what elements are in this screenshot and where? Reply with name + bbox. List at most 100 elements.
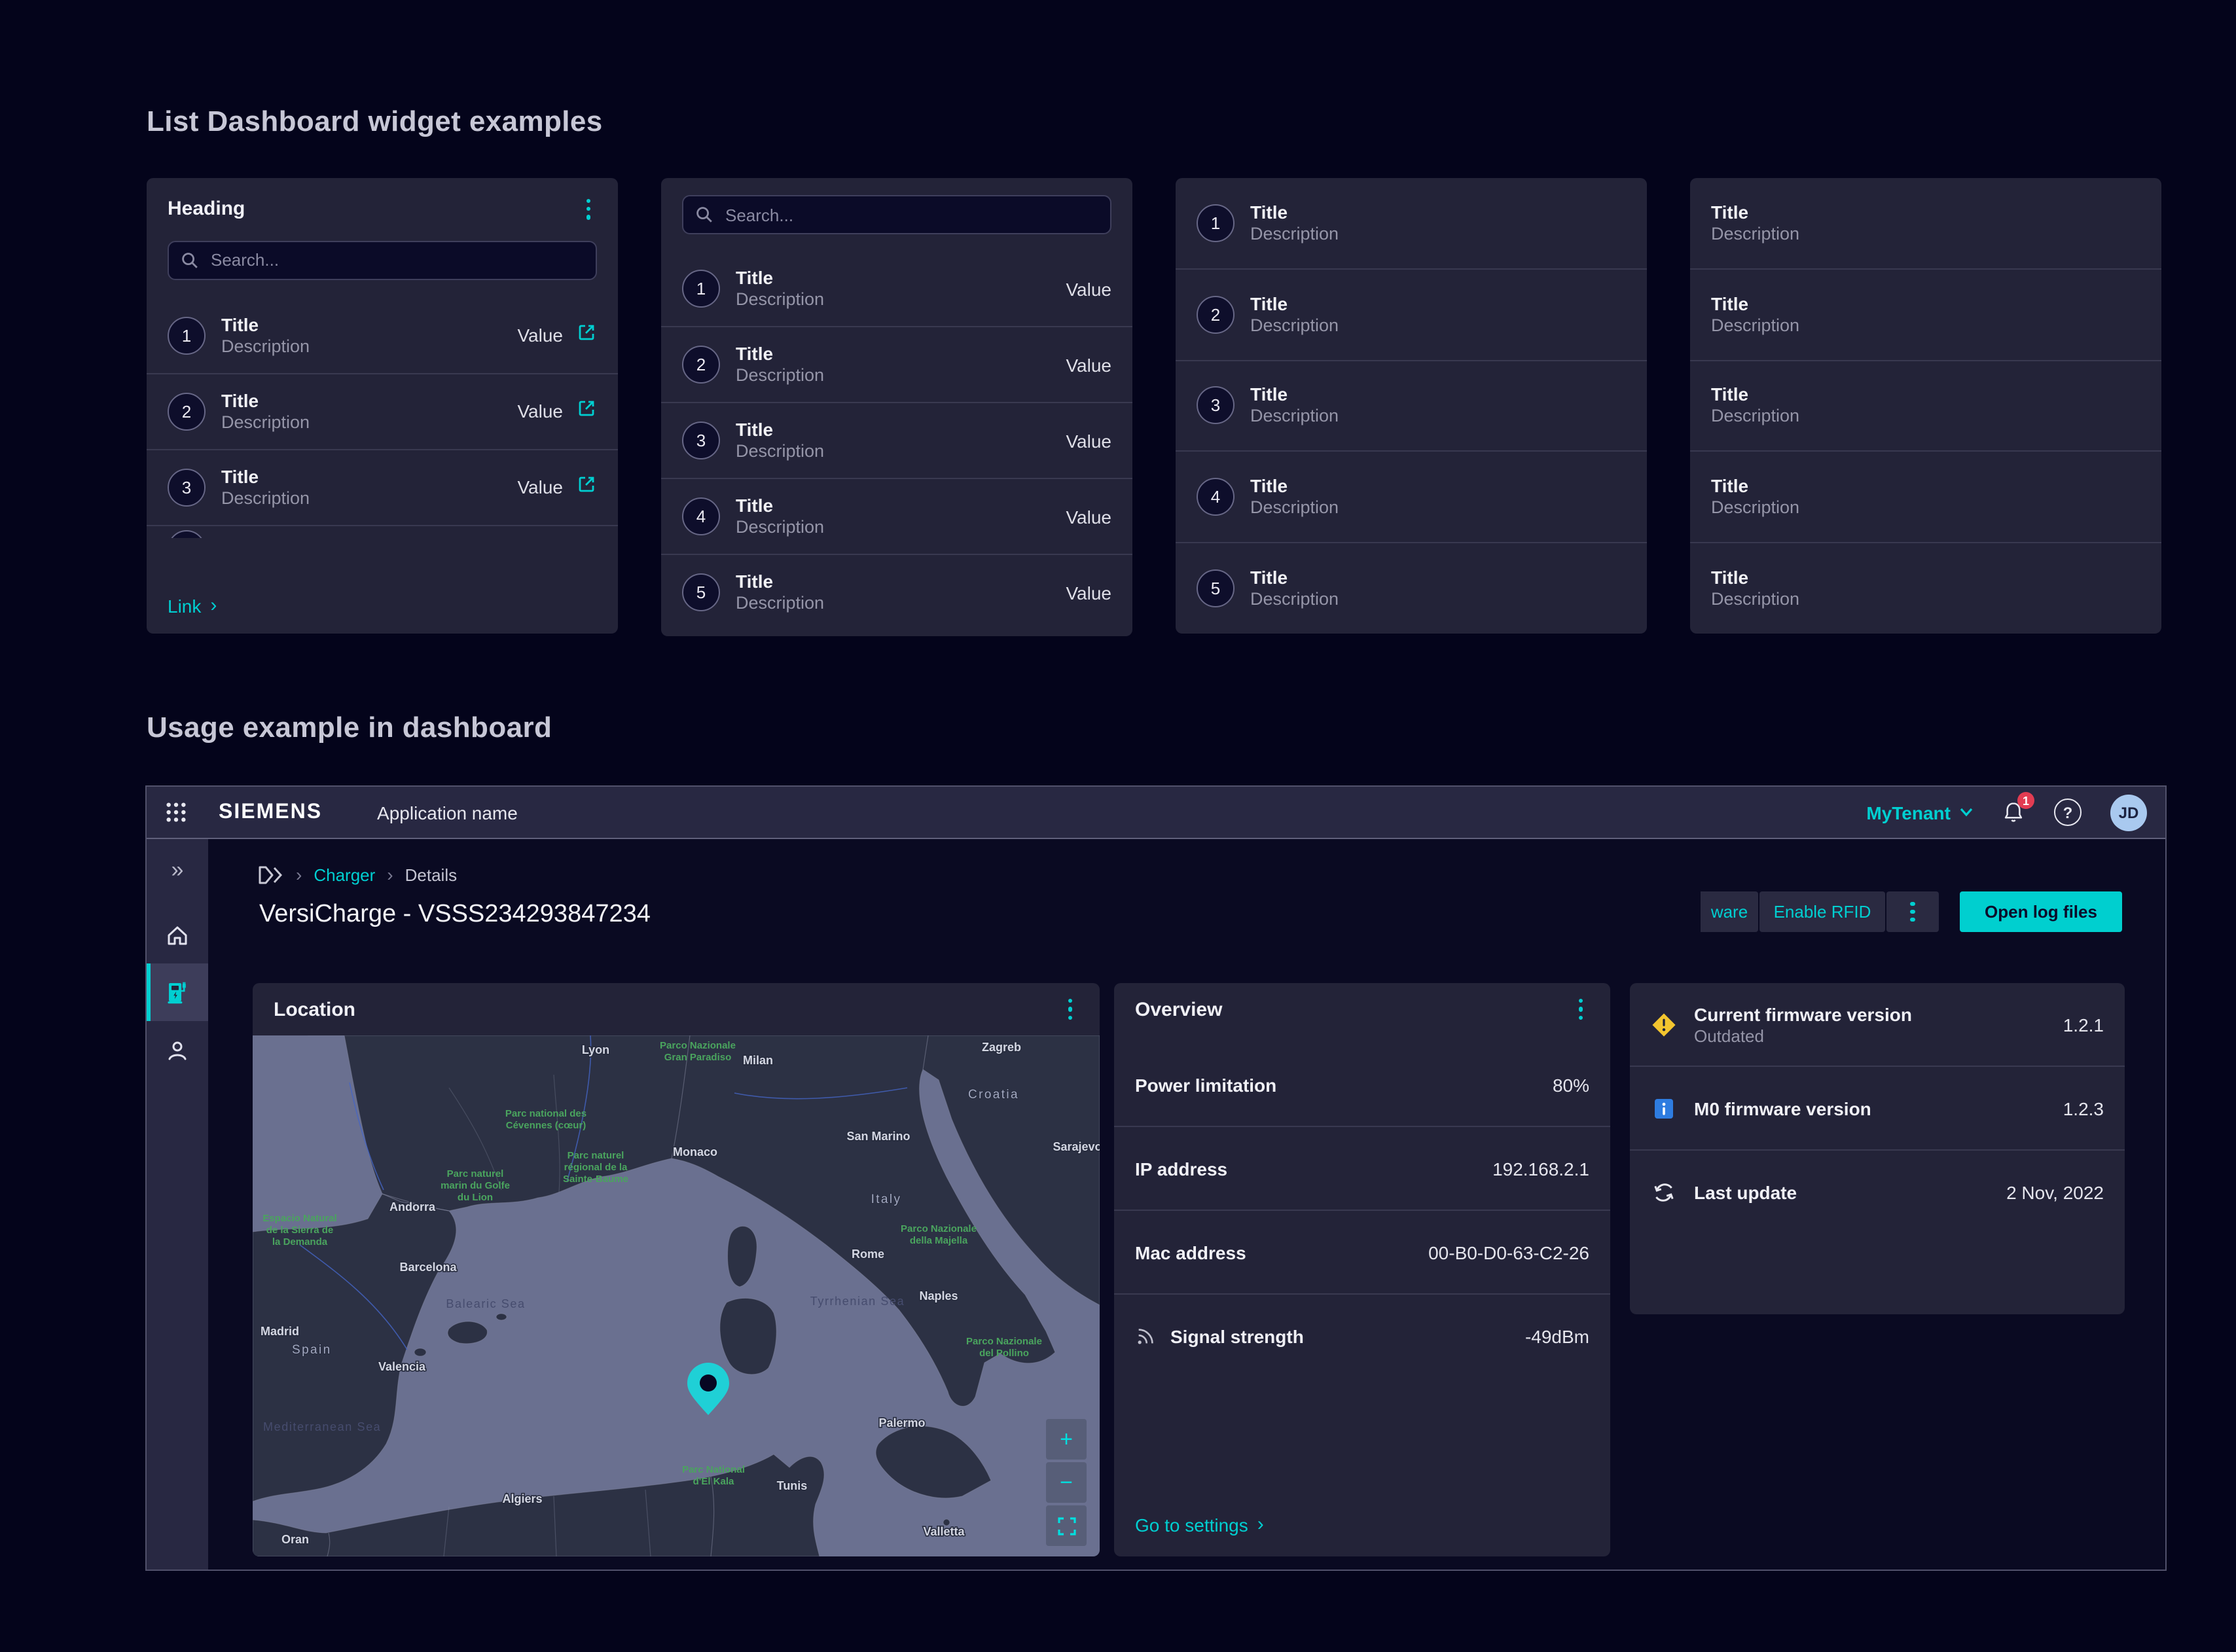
map[interactable]: LyonMilanZagrebCroatiaSarajevoSan Marino… bbox=[253, 1035, 1100, 1556]
list-item[interactable]: Title Description bbox=[1690, 178, 2161, 268]
zoom-out-button[interactable]: − bbox=[1046, 1462, 1087, 1503]
item-title: Title bbox=[1711, 202, 2140, 224]
overview-card-title: Overview bbox=[1135, 998, 1222, 1020]
item-value: Value bbox=[517, 325, 563, 346]
list-item[interactable]: 1 Title Description bbox=[1176, 178, 1647, 268]
dashboard-content: › Charger › Details VersiCharge - VSSS23… bbox=[208, 839, 2165, 1570]
sidebar-expand-button[interactable]: » bbox=[147, 839, 208, 902]
list-item[interactable]: 1 Title Description Value bbox=[661, 251, 1132, 326]
item-number-badge: 2 bbox=[168, 392, 206, 430]
warning-icon bbox=[1651, 1011, 1677, 1037]
sidebar-item-users[interactable] bbox=[147, 1021, 208, 1079]
search-input[interactable] bbox=[208, 249, 584, 271]
list-item[interactable]: 5 Title Description Value bbox=[661, 554, 1132, 630]
item-description: Description bbox=[1711, 498, 2140, 519]
map-label: Andorra bbox=[389, 1200, 436, 1213]
breadcrumb-root-icon[interactable] bbox=[258, 865, 284, 884]
widget-list: Title Description Title Description Titl… bbox=[1690, 178, 2161, 634]
enable-rfid-button[interactable]: Enable RFID bbox=[1759, 891, 1885, 932]
item-description: Description bbox=[736, 517, 1050, 538]
app-header: SIEMENS Application name MyTenant 1 ? JD bbox=[147, 787, 2165, 839]
notifications-button[interactable]: 1 bbox=[2002, 800, 2025, 825]
list-item[interactable]: 3 Title Description bbox=[1176, 359, 1647, 451]
firmware-row-m0-version: M0 firmware version 1.2.3 bbox=[1630, 1067, 2125, 1151]
list-item[interactable]: 2 Title Description Value bbox=[661, 326, 1132, 402]
search-field[interactable] bbox=[682, 195, 1111, 234]
widget-card-search-value: 1 Title Description Value 2 Title Descri… bbox=[661, 178, 1132, 636]
widget-list: 1 Title Description Value 2 Title Descri… bbox=[661, 251, 1132, 630]
list-item[interactable]: 3 Title Description Value bbox=[661, 402, 1132, 478]
more-actions-button[interactable] bbox=[1886, 891, 1939, 932]
kebab-menu-icon[interactable] bbox=[1572, 995, 1589, 1023]
kebab-menu-icon[interactable] bbox=[1062, 995, 1079, 1023]
item-value: Value bbox=[1066, 506, 1111, 527]
home-icon bbox=[165, 922, 190, 947]
card-heading: Heading bbox=[168, 198, 245, 221]
list-item[interactable]: Title Description bbox=[1690, 359, 2161, 451]
item-number-badge: 1 bbox=[682, 270, 720, 308]
item-title: Title bbox=[1711, 384, 2140, 406]
zoom-in-button[interactable]: + bbox=[1046, 1419, 1087, 1460]
item-number-badge: 2 bbox=[682, 346, 720, 384]
toolbar: ware Enable RFID Open log files bbox=[1701, 891, 2122, 932]
card-footer-link[interactable]: Link bbox=[168, 596, 201, 617]
item-value: Value bbox=[1066, 354, 1111, 375]
open-log-files-button[interactable]: Open log files bbox=[1960, 891, 2122, 932]
avatar[interactable]: JD bbox=[2110, 794, 2147, 831]
list-item[interactable]: 1 Title Description Value bbox=[147, 298, 618, 372]
item-value: Value bbox=[1066, 278, 1111, 299]
item-description: Description bbox=[1711, 406, 2140, 427]
item-description: Description bbox=[221, 336, 501, 357]
list-item[interactable]: Title Description bbox=[1690, 451, 2161, 543]
list-item[interactable]: 4 Title Description Value bbox=[661, 478, 1132, 554]
help-button[interactable]: ? bbox=[2054, 799, 2082, 826]
item-number-badge: 3 bbox=[1197, 387, 1235, 425]
ev-charger-icon bbox=[164, 979, 190, 1005]
fullscreen-button[interactable] bbox=[1046, 1505, 1087, 1546]
go-to-settings-link[interactable]: Go to settings bbox=[1135, 1515, 1248, 1535]
item-description: Description bbox=[1711, 589, 2140, 610]
search-field[interactable] bbox=[168, 240, 597, 279]
breadcrumb: › Charger › Details bbox=[258, 864, 457, 885]
map-label: Valletta bbox=[923, 1525, 965, 1538]
list-item[interactable]: 3 Title Description Value bbox=[147, 448, 618, 524]
widget-list: 1 Title Description 2 Title Description … bbox=[1176, 178, 1647, 634]
fullscreen-icon bbox=[1057, 1517, 1075, 1535]
widget-card-heading-search-value-link: Heading 1 Title Description Value 2 Titl… bbox=[147, 178, 618, 634]
map-label: Balearic Sea bbox=[446, 1297, 525, 1310]
search-input[interactable] bbox=[723, 204, 1098, 226]
firmware-row-last-update: Last update 2 Nov, 2022 bbox=[1630, 1151, 2125, 1233]
item-title: Title bbox=[1711, 476, 2140, 498]
app-launcher-icon[interactable] bbox=[165, 801, 187, 823]
sidebar-item-charger[interactable] bbox=[147, 963, 208, 1021]
list-item[interactable]: 5 Title Description bbox=[1176, 542, 1647, 634]
sidebar-item-home[interactable] bbox=[147, 906, 208, 963]
overview-row-ip-address: IP address 192.168.2.1 bbox=[1114, 1127, 1610, 1211]
map-label: Oran bbox=[281, 1533, 309, 1546]
update-firmware-button-clipped[interactable]: ware bbox=[1701, 891, 1758, 932]
external-link-icon[interactable] bbox=[576, 473, 597, 501]
kebab-menu-icon[interactable] bbox=[580, 195, 597, 223]
list-item[interactable]: 2 Title Description bbox=[1176, 268, 1647, 360]
item-number-badge: 5 bbox=[1197, 569, 1235, 607]
list-item[interactable]: 4 Title Description bbox=[1176, 451, 1647, 543]
item-title: Title bbox=[221, 465, 501, 488]
external-link-icon[interactable] bbox=[576, 397, 597, 425]
item-description: Description bbox=[1250, 498, 1626, 519]
tenant-selector[interactable]: MyTenant bbox=[1866, 802, 1973, 823]
item-title: Title bbox=[1250, 293, 1626, 315]
item-description: Description bbox=[736, 593, 1050, 614]
list-item[interactable]: Title Description bbox=[1690, 542, 2161, 634]
breadcrumb-item-charger[interactable]: Charger bbox=[314, 865, 375, 884]
external-link-icon[interactable] bbox=[576, 321, 597, 349]
map-label: Parco Nazionaledella Majella bbox=[901, 1223, 977, 1246]
map-label: Italy bbox=[871, 1193, 902, 1206]
map-label: Monaco bbox=[673, 1145, 717, 1158]
item-value: Value bbox=[517, 401, 563, 422]
list-item[interactable]: 2 Title Description Value bbox=[147, 372, 618, 448]
item-title: Title bbox=[221, 389, 501, 412]
item-title: Title bbox=[1250, 567, 1626, 589]
list-item[interactable]: Title Description bbox=[1690, 268, 2161, 360]
clipped-list-item: Title bbox=[147, 524, 618, 537]
item-description: Description bbox=[736, 289, 1050, 310]
